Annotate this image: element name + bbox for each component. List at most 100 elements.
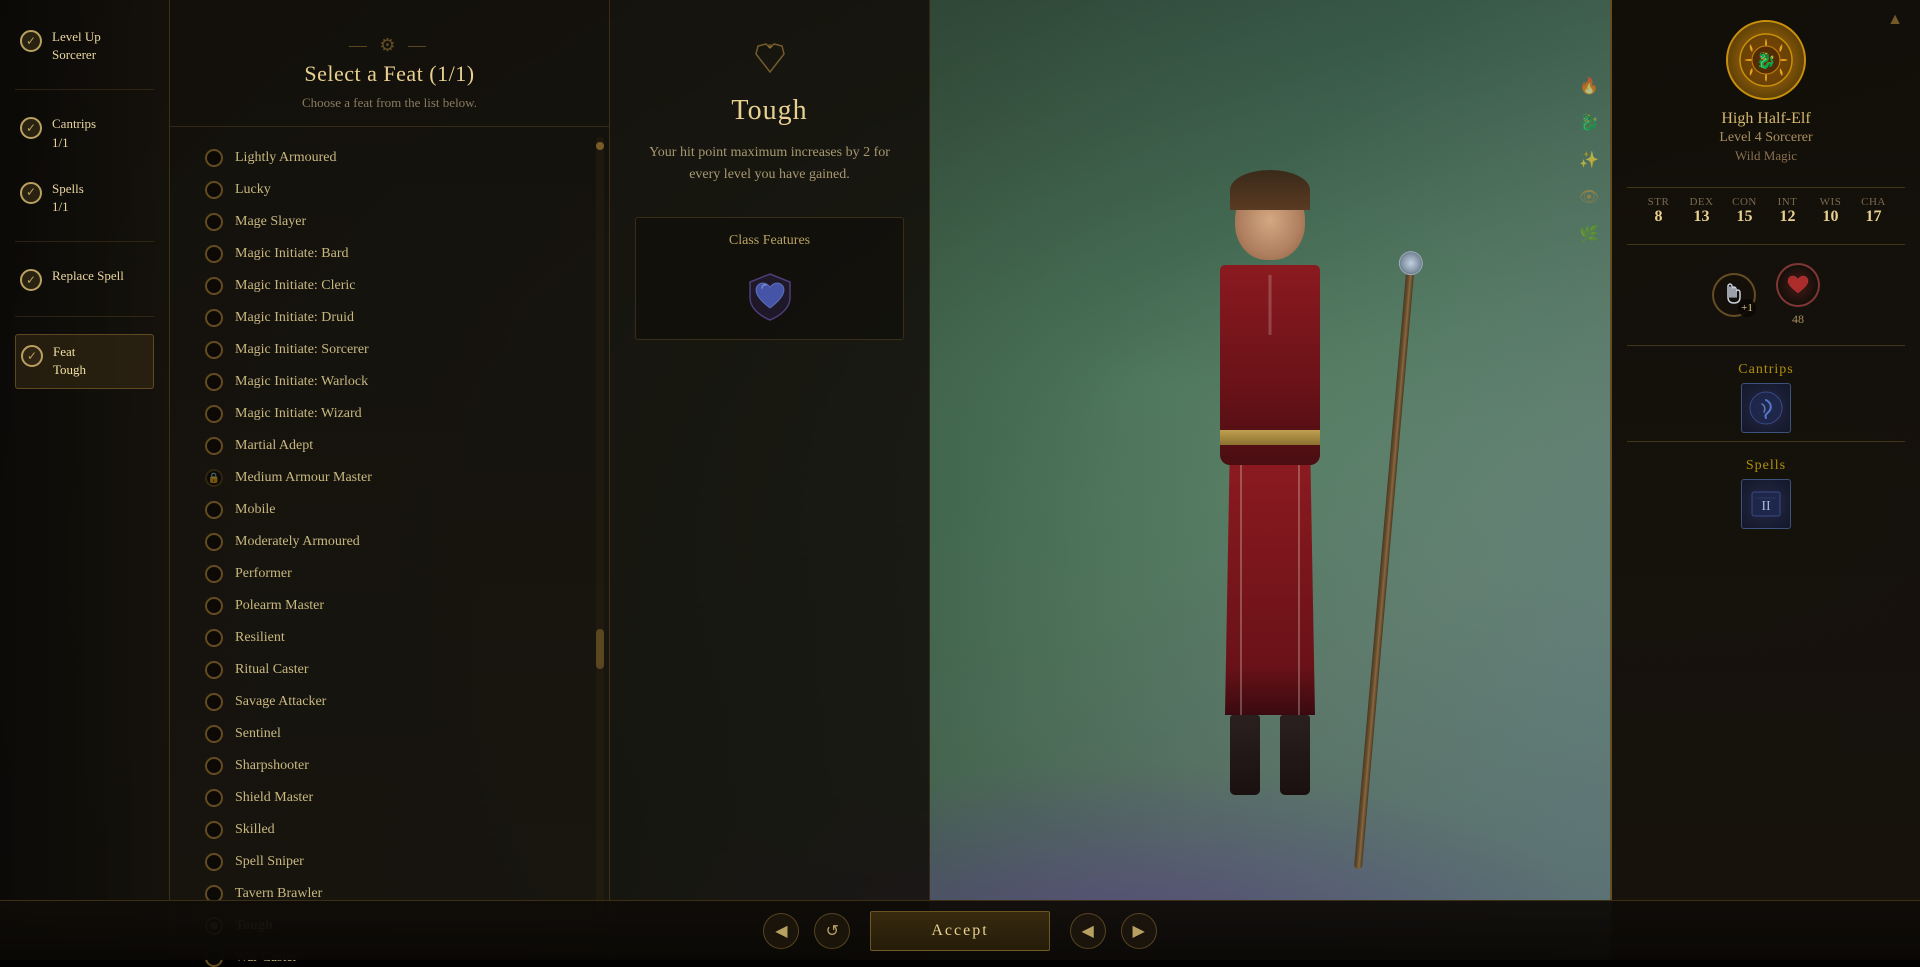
step-level-up-sorcerer[interactable]: ✓ Level UpSorcerer — [15, 20, 154, 72]
skills-icon-button[interactable]: 🌿 — [1573, 218, 1605, 250]
step-label-cantrips: Cantrips1/1 — [52, 115, 96, 151]
feat-row-skilled[interactable]: Skilled — [195, 814, 594, 846]
scroll-track[interactable] — [596, 137, 604, 957]
back-arrow-button[interactable]: ◀ — [763, 913, 799, 949]
hp-item: 48 — [1776, 263, 1820, 327]
forward-arrow-button[interactable]: ◀ — [1070, 913, 1106, 949]
feat-radio-magic-cleric — [205, 277, 223, 295]
feat-list-title: Select a Feat (1/1) — [200, 61, 579, 87]
spells-section-label: Spells — [1627, 458, 1905, 474]
feat-row-lightly-armoured[interactable]: Lightly Armoured — [195, 142, 594, 174]
feat-row-magic-wizard[interactable]: Magic Initiate: Wizard — [195, 398, 594, 430]
feat-row-ritual-caster[interactable]: Ritual Caster — [195, 654, 594, 686]
background-icon-button[interactable]: ✨ — [1573, 144, 1605, 176]
feat-radio-lightly-armoured — [205, 149, 223, 167]
feat-row-spell-sniper[interactable]: Spell Sniper — [195, 846, 594, 878]
header-ornament-top: — ⚙ — — [200, 35, 579, 56]
step-feat-tough[interactable]: ✓ FeatTough — [15, 334, 154, 388]
feat-radio-martial-adept — [205, 437, 223, 455]
feat-row-medium-armour[interactable]: 🔒 Medium Armour Master — [195, 462, 594, 494]
feat-radio-magic-warlock — [205, 373, 223, 391]
hp-circle — [1776, 263, 1820, 307]
char-class-level: Level 4 Sorcerer — [1719, 130, 1812, 146]
stat-dex: DEX 13 — [1684, 196, 1719, 226]
abilities-icon-button[interactable]: 👁 — [1573, 181, 1605, 213]
feat-radio-resilient — [205, 629, 223, 647]
stats-divider-4 — [1627, 441, 1905, 442]
cantrips-section-label: Cantrips — [1627, 362, 1905, 378]
class-icon-button[interactable]: 🐉 — [1573, 107, 1605, 139]
feat-row-lucky[interactable]: Lucky — [195, 174, 594, 206]
character-robe — [1225, 465, 1315, 715]
feat-radio-magic-bard — [205, 245, 223, 263]
detail-description: Your hit point maximum increases by 2 fo… — [635, 142, 904, 187]
feat-row-moderately-armoured[interactable]: Moderately Armoured — [195, 526, 594, 558]
race-icon-button[interactable]: 🔥 — [1573, 70, 1605, 102]
accept-button[interactable]: Accept — [870, 911, 1049, 951]
feat-radio-spell-sniper — [205, 853, 223, 871]
feat-radio-ritual-caster — [205, 661, 223, 679]
character-torso — [1220, 265, 1320, 465]
scroll-thumb[interactable] — [596, 629, 604, 669]
feat-radio-sentinel — [205, 725, 223, 743]
feat-list-subtitle: Choose a feat from the list below. — [200, 95, 579, 111]
spell-icon[interactable]: II — [1741, 479, 1791, 529]
feat-radio-mobile — [205, 501, 223, 519]
stats-divider-1 — [1627, 187, 1905, 188]
bottom-nav-left: ◀ ↺ — [763, 913, 850, 949]
step-check-level-up: ✓ — [20, 30, 42, 52]
detail-title: Tough — [731, 95, 807, 127]
reload-button[interactable]: ↺ — [814, 913, 850, 949]
feat-radio-moderately-armoured — [205, 533, 223, 551]
step-label-spells: Spells1/1 — [52, 180, 84, 216]
feat-radio-sharpshooter — [205, 757, 223, 775]
bottom-bar: ◀ ↺ Accept ◀ ▶ — [0, 900, 1920, 960]
step-check-spells: ✓ — [20, 182, 42, 204]
feat-scroll-area[interactable]: Lightly Armoured Lucky Mage Slayer Magic… — [170, 127, 609, 967]
feat-row-savage-attacker[interactable]: Savage Attacker — [195, 686, 594, 718]
feat-row-magic-druid[interactable]: Magic Initiate: Druid — [195, 302, 594, 334]
feat-radio-magic-druid — [205, 309, 223, 327]
feat-row-polearm-master[interactable]: Polearm Master — [195, 590, 594, 622]
feat-row-sharpshooter[interactable]: Sharpshooter — [195, 750, 594, 782]
feat-row-shield-master[interactable]: Shield Master — [195, 782, 594, 814]
feat-radio-medium-armour: 🔒 — [205, 469, 223, 487]
detail-feat-icon — [750, 40, 790, 80]
stat-row: STR 8 DEX 13 CON 15 INT 12 WIS 10 CHA 17 — [1627, 196, 1905, 226]
feat-row-magic-cleric[interactable]: Magic Initiate: Cleric — [195, 270, 594, 302]
detail-panel: Tough Your hit point maximum increases b… — [610, 0, 930, 960]
step-spells[interactable]: ✓ Spells1/1 — [15, 172, 154, 224]
feat-row-mobile[interactable]: Mobile — [195, 494, 594, 526]
feat-row-magic-bard[interactable]: Magic Initiate: Bard — [195, 238, 594, 270]
cantrip-icon[interactable] — [1741, 383, 1791, 433]
stat-int: INT 12 — [1770, 196, 1805, 226]
step-divider-1 — [15, 89, 154, 90]
stat-str: STR 8 — [1641, 196, 1676, 226]
feat-row-performer[interactable]: Performer — [195, 558, 594, 590]
proficiency-item: +1 — [1712, 273, 1756, 317]
feat-radio-magic-sorcerer — [205, 341, 223, 359]
stat-cha: CHA 17 — [1856, 196, 1891, 226]
next-button[interactable]: ▶ — [1121, 913, 1157, 949]
char-subclass: Wild Magic — [1735, 148, 1797, 164]
feat-radio-lucky — [205, 181, 223, 199]
stats-close-button[interactable]: ▲ — [1880, 5, 1910, 35]
step-cantrips[interactable]: ✓ Cantrips1/1 — [15, 107, 154, 159]
feat-row-resilient[interactable]: Resilient — [195, 622, 594, 654]
feat-radio-savage-attacker — [205, 693, 223, 711]
step-check-cantrips: ✓ — [20, 117, 42, 139]
stat-wis: WIS 10 — [1813, 196, 1848, 226]
feat-row-martial-adept[interactable]: Martial Adept — [195, 430, 594, 462]
feat-row-sentinel[interactable]: Sentinel — [195, 718, 594, 750]
feat-row-mage-slayer[interactable]: Mage Slayer — [195, 206, 594, 238]
step-replace-spell[interactable]: ✓ Replace Spell — [15, 259, 154, 299]
feat-row-magic-sorcerer[interactable]: Magic Initiate: Sorcerer — [195, 334, 594, 366]
class-features-icon — [740, 264, 800, 324]
feat-radio-skilled — [205, 821, 223, 839]
side-icons-panel: 🔥 🐉 ✨ 👁 🌿 — [1568, 60, 1610, 260]
hp-value: 48 — [1792, 312, 1804, 327]
bottom-nav-right: ◀ ▶ — [1070, 913, 1157, 949]
stats-divider-2 — [1627, 244, 1905, 245]
stat-con: CON 15 — [1727, 196, 1762, 226]
feat-row-magic-warlock[interactable]: Magic Initiate: Warlock — [195, 366, 594, 398]
